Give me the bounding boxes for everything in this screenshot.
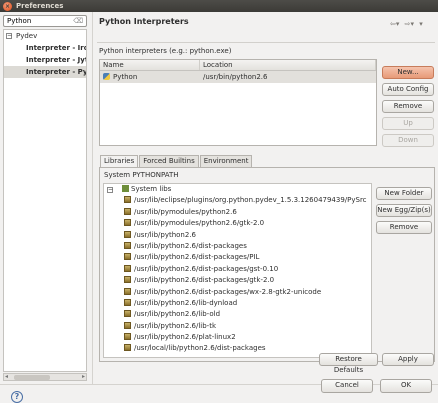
list-item[interactable]: /usr/lib/python2.6/dist-packages/gtk-2.0 [104, 275, 371, 286]
list-item[interactable]: /usr/lib/pymodules/python2.6/gtk-2.0 [104, 218, 371, 229]
scroll-right-icon[interactable]: ▸ [82, 373, 85, 380]
folder-icon [124, 253, 131, 261]
page-navigation: ⇦▾ ⇨▾ ▾ [390, 20, 426, 28]
remove-path-button[interactable]: Remove [376, 221, 432, 234]
help-icon[interactable]: ? [11, 391, 23, 403]
tab-forced-builtins[interactable]: Forced Builtins [139, 155, 199, 167]
tab-environment[interactable]: Environment [199, 155, 253, 167]
list-item[interactable]: /usr/lib/python2.6 [104, 230, 371, 241]
panel-divider[interactable] [92, 12, 93, 384]
tree-item-label: Pydev [16, 32, 38, 40]
path-label: /usr/lib/python2.6/lib-tk [134, 321, 217, 330]
list-item[interactable]: /usr/lib/python2.6/dist-packages/wx-2.8-… [104, 287, 371, 298]
restore-defaults-button[interactable]: Restore Defaults [319, 353, 378, 374]
tree-item-interpreter-python[interactable]: Interpreter - Py [4, 66, 86, 78]
tree-horizontal-scrollbar[interactable]: ◂ ▸ [3, 373, 87, 381]
table-header: Name Location [100, 60, 376, 71]
folder-icon [124, 298, 131, 306]
view-menu-icon[interactable]: ▾ [419, 20, 423, 28]
move-up-button[interactable]: Up [382, 117, 434, 130]
path-label: /usr/lib/python2.6/plat-linux2 [134, 333, 236, 342]
folder-icon [124, 276, 131, 284]
filter-field[interactable]: ⌫ [3, 15, 87, 27]
title-divider [97, 42, 435, 43]
path-label: /usr/lib/python2.6/dist-packages/wx-2.8-… [134, 287, 322, 296]
collapse-icon[interactable]: − [107, 187, 113, 193]
folder-icon [124, 321, 131, 329]
list-item[interactable]: /usr/lib/pymodules/python2.6 [104, 207, 371, 218]
auto-config-button[interactable]: Auto Config [382, 83, 434, 96]
system-pythonpath-label: System PYTHONPATH [104, 171, 179, 179]
tree-item-interpreter-jython[interactable]: Interpreter - Jytl [4, 54, 86, 66]
interpreters-description: Python interpreters (e.g.: python.exe) [99, 47, 232, 55]
system-libs-label: System libs [131, 185, 172, 193]
interpreter-location-cell: /usr/bin/python2.6 [203, 73, 268, 81]
collapse-icon[interactable]: − [6, 33, 12, 39]
cancel-button[interactable]: Cancel [321, 379, 373, 393]
scroll-left-icon[interactable]: ◂ [5, 373, 8, 380]
ok-button[interactable]: OK [380, 379, 432, 393]
window-title: Preferences [16, 2, 64, 10]
path-label: /usr/lib/pymodules/python2.6/gtk-2.0 [134, 219, 265, 228]
folder-icon [124, 230, 131, 238]
list-item[interactable]: /usr/lib/python2.6/lib-old [104, 309, 371, 320]
list-item[interactable]: /usr/lib/python2.6/plat-linux2 [104, 332, 371, 343]
clear-filter-icon[interactable]: ⌫ [73, 17, 83, 25]
preference-tree: − Pydev Interpreter - Iro Interpreter - … [3, 29, 87, 372]
interpreters-table: Name Location Python /usr/bin/python2.6 [99, 59, 377, 146]
folder-icon [124, 344, 131, 352]
path-label: /usr/lib/python2.6/lib-old [134, 310, 221, 319]
interpreter-name: Python [113, 73, 138, 81]
system-libs-node[interactable]: − System libs [104, 184, 371, 195]
move-down-button[interactable]: Down [382, 134, 434, 147]
path-label: /usr/lib/python2.6/lib-dynload [134, 298, 238, 307]
forward-arrow-icon[interactable]: ⇨▾ [405, 20, 414, 28]
remove-interpreter-button[interactable]: Remove [382, 100, 434, 113]
new-folder-button[interactable]: New Folder [376, 187, 432, 200]
path-label: /usr/lib/pymodules/python2.6 [134, 207, 237, 216]
folder-icon [124, 333, 131, 341]
close-window-button[interactable]: × [3, 1, 12, 11]
pythonpath-tree: − System libs /usr/lib/eclipse/plugins/o… [103, 183, 372, 358]
libraries-panel: System PYTHONPATH − System libs /usr/lib… [99, 167, 435, 362]
path-label: /usr/local/lib/python2.6/dist-packages [134, 344, 266, 353]
filter-input[interactable] [7, 17, 71, 25]
list-item[interactable]: /usr/lib/python2.6/dist-packages [104, 241, 371, 252]
page-title: Python Interpreters [99, 17, 189, 26]
new-egg-zip-button[interactable]: New Egg/Zip(s) [376, 204, 432, 217]
path-label: /usr/lib/python2.6/dist-packages/gtk-2.0 [134, 276, 275, 285]
table-row[interactable]: Python /usr/bin/python2.6 [100, 71, 376, 83]
list-item[interactable]: /usr/lib/python2.6/dist-packages/PIL [104, 252, 371, 263]
folder-icon [124, 264, 131, 272]
folder-icon [124, 196, 131, 204]
new-interpreter-button[interactable]: New... [382, 66, 434, 79]
tree-item-pydev[interactable]: − Pydev [4, 30, 86, 42]
folder-icon [124, 310, 131, 318]
interpreter-name-cell: Python [100, 71, 200, 83]
apply-button[interactable]: Apply [382, 353, 434, 366]
scrollbar-thumb[interactable] [14, 375, 50, 380]
preferences-window: ⌫ − Pydev Interpreter - Iro Interpreter … [0, 12, 438, 403]
list-item[interactable]: /usr/lib/python2.6/lib-tk [104, 321, 371, 332]
library-icon [122, 185, 129, 192]
folder-icon [124, 241, 131, 249]
path-label: /usr/lib/eclipse/plugins/org.python.pyde… [134, 196, 367, 205]
column-header-location[interactable]: Location [200, 60, 376, 70]
python-icon [103, 73, 110, 80]
list-item[interactable]: /usr/lib/eclipse/plugins/org.python.pyde… [104, 195, 371, 206]
column-header-name[interactable]: Name [100, 60, 200, 70]
list-item[interactable]: /usr/lib/python2.6/dist-packages/gst-0.1… [104, 264, 371, 275]
folder-icon [124, 207, 131, 215]
folder-icon [124, 287, 131, 295]
path-label: /usr/lib/python2.6/dist-packages/PIL [134, 253, 260, 262]
path-label: /usr/lib/python2.6/dist-packages [134, 241, 247, 250]
title-bar: × Preferences [0, 0, 438, 12]
folder-icon [124, 219, 131, 227]
back-arrow-icon[interactable]: ⇦▾ [390, 20, 399, 28]
tree-item-interpreter-ironpython[interactable]: Interpreter - Iro [4, 42, 86, 54]
path-label: /usr/lib/python2.6 [134, 230, 196, 239]
list-item[interactable]: /usr/lib/python2.6/lib-dynload [104, 298, 371, 309]
path-label: /usr/lib/python2.6/dist-packages/gst-0.1… [134, 264, 279, 273]
